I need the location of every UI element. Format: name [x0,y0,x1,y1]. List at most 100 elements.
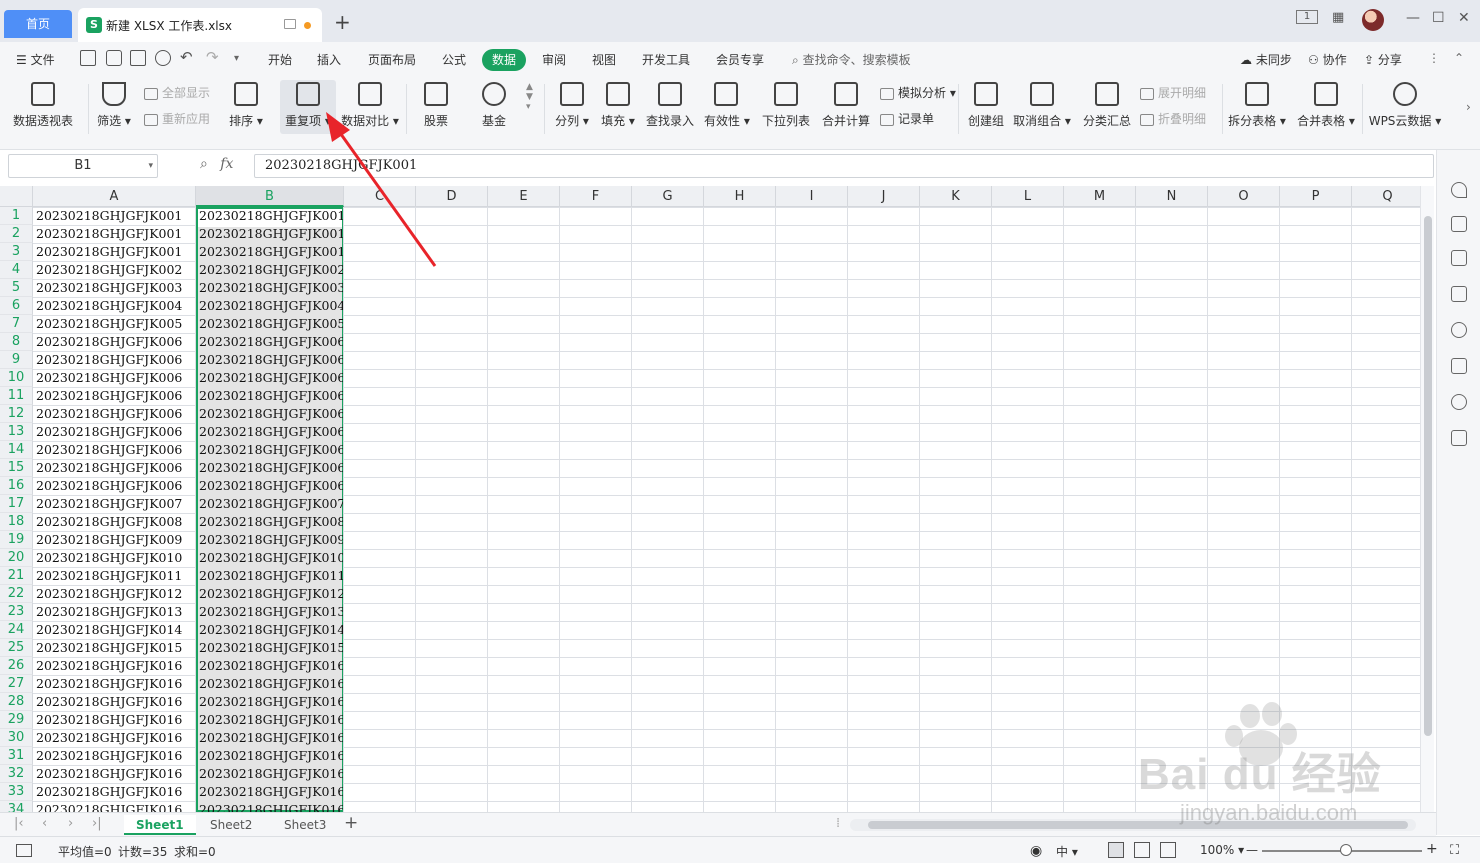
row-header[interactable]: 8 [0,333,33,351]
collapse-detail-button[interactable]: 折叠明细 [1140,110,1206,127]
cell-a[interactable]: 20230218GHJGFJK011 [34,567,195,585]
cell-b[interactable]: 20230218GHJGFJK004 [197,297,343,315]
ungroup-button[interactable]: 取消组合 ▾ [1012,80,1072,134]
cell-b[interactable]: 20230218GHJGFJK006 [197,369,343,387]
merge-table-button[interactable]: 合并表格 ▾ [1296,80,1356,134]
cell-a[interactable]: 20230218GHJGFJK006 [34,405,195,423]
cell-a[interactable]: 20230218GHJGFJK016 [34,783,195,801]
cell-b[interactable]: 20230218GHJGFJK009 [197,531,343,549]
monitor-icon[interactable] [284,19,296,29]
first-sheet-icon[interactable]: |‹ [14,816,24,831]
cursor-icon[interactable] [1451,216,1467,232]
redo-icon[interactable]: ↷ [206,48,219,66]
create-group-button[interactable]: 创建组 [964,80,1008,134]
row-header[interactable]: 5 [0,279,33,297]
cell-b[interactable]: 20230218GHJGFJK015 [197,639,343,657]
dropdown-list-button[interactable]: 下拉列表 [760,80,812,134]
cell-a[interactable]: 20230218GHJGFJK006 [34,369,195,387]
reapply-button[interactable]: 重新应用 [144,110,210,127]
zoom-in-icon[interactable]: + [1426,841,1438,857]
table-tools-icon[interactable] [1451,286,1467,302]
avatar[interactable] [1362,9,1384,31]
rocket-icon[interactable] [1451,182,1467,198]
expand-detail-button[interactable]: 展开明细 [1140,84,1206,101]
cell-a[interactable]: 20230218GHJGFJK016 [34,729,195,747]
sort-button[interactable]: 排序 ▾ [226,80,266,134]
cell-b[interactable]: 20230218GHJGFJK013 [197,603,343,621]
cell-b[interactable]: 20230218GHJGFJK001 [197,207,343,225]
column-header-p[interactable]: P [1280,186,1352,207]
settings-sliders-icon[interactable] [1451,250,1467,266]
page-layout-icon[interactable]: 1 [1296,10,1318,24]
cell-a[interactable]: 20230218GHJGFJK016 [34,675,195,693]
sheet-tab-sheet2[interactable]: Sheet2 [198,815,264,835]
zoom-slider-knob[interactable] [1340,844,1352,856]
file-menu[interactable]: ☰ 文件 [16,51,55,68]
cell-a[interactable]: 20230218GHJGFJK001 [34,243,195,261]
sheet-protection-icon[interactable] [16,844,32,857]
cell-a[interactable]: 20230218GHJGFJK001 [34,225,195,243]
cell-b[interactable]: 20230218GHJGFJK016 [197,675,343,693]
data-compare-button[interactable]: 数据对比 ▾ [340,80,400,134]
page-break-view-icon[interactable] [1160,842,1176,858]
cell-b[interactable]: 20230218GHJGFJK006 [197,441,343,459]
normal-view-icon[interactable] [1108,842,1124,858]
cell-a[interactable]: 20230218GHJGFJK003 [34,279,195,297]
vertical-scroll-thumb[interactable] [1424,216,1432,736]
cell-a[interactable]: 20230218GHJGFJK006 [34,459,195,477]
input-method-icon[interactable]: 中 ▾ [1056,843,1078,860]
row-header[interactable]: 32 [0,765,33,783]
name-box[interactable]: B1 ▾ [8,154,158,178]
row-header[interactable]: 24 [0,621,33,639]
gallery-scroll-icon[interactable]: ▲ ▼ ▾ [526,82,533,112]
cell-b[interactable]: 20230218GHJGFJK012 [197,585,343,603]
row-header[interactable]: 14 [0,441,33,459]
subtotal-button[interactable]: 分类汇总 [1082,80,1132,134]
help-icon[interactable] [1451,322,1467,338]
new-tab-button[interactable]: + [334,12,351,32]
more-menu-icon[interactable]: ⋮ [1428,51,1440,65]
cell-a[interactable]: 20230218GHJGFJK006 [34,387,195,405]
collaborate-button[interactable]: ⚇ 协作 [1308,51,1347,68]
filter-button[interactable]: 筛选 ▾ [94,80,134,134]
cell-b[interactable]: 20230218GHJGFJK011 [197,567,343,585]
lookup-entry-button[interactable]: 查找录入 [644,80,696,134]
stocks-button[interactable]: 股票 [414,80,458,134]
cell-a[interactable]: 20230218GHJGFJK016 [34,765,195,783]
row-header[interactable]: 16 [0,477,33,495]
eye-protection-icon[interactable]: ◉ [1030,843,1042,859]
fill-button[interactable]: 填充 ▾ [598,80,638,134]
cell-b[interactable]: 20230218GHJGFJK016 [197,765,343,783]
document-search-icon[interactable] [1451,430,1467,446]
backup-icon[interactable] [1451,358,1467,374]
cell-b[interactable]: 20230218GHJGFJK002 [197,261,343,279]
close-icon[interactable]: ✕ [1458,10,1470,26]
cell-a[interactable]: 20230218GHJGFJK006 [34,441,195,459]
cell-b[interactable]: 20230218GHJGFJK016 [197,801,343,812]
tab-review[interactable]: 审阅 [542,51,566,68]
add-sheet-icon[interactable]: + [344,813,358,833]
split-column-button[interactable]: 分列 ▾ [552,80,592,134]
show-all-button[interactable]: 全部显示 [144,84,210,101]
home-tab[interactable]: 首页 [4,10,72,38]
row-header[interactable]: 15 [0,459,33,477]
cell-b[interactable]: 20230218GHJGFJK016 [197,693,343,711]
cell-b[interactable]: 20230218GHJGFJK016 [197,711,343,729]
cell-b[interactable]: 20230218GHJGFJK016 [197,747,343,765]
column-header-c[interactable]: C [344,186,416,207]
tab-page-layout[interactable]: 页面布局 [368,51,416,68]
row-header[interactable]: 9 [0,351,33,369]
scroll-split-handle[interactable]: ⁞ [836,816,840,831]
row-header[interactable]: 22 [0,585,33,603]
cell-b[interactable]: 20230218GHJGFJK003 [197,279,343,297]
share-button[interactable]: ⇪ 分享 [1364,51,1402,68]
cell-b[interactable]: 20230218GHJGFJK006 [197,423,343,441]
column-header-b[interactable]: B [196,186,344,207]
collapse-ribbon-icon[interactable]: ⌃ [1454,51,1464,65]
cell-a[interactable]: 20230218GHJGFJK013 [34,603,195,621]
column-header-h[interactable]: H [704,186,776,207]
cell-a[interactable]: 20230218GHJGFJK016 [34,801,195,812]
duplicates-button[interactable]: 重复项 ▾ [280,80,336,134]
row-header[interactable]: 23 [0,603,33,621]
location-icon[interactable] [1451,394,1467,410]
